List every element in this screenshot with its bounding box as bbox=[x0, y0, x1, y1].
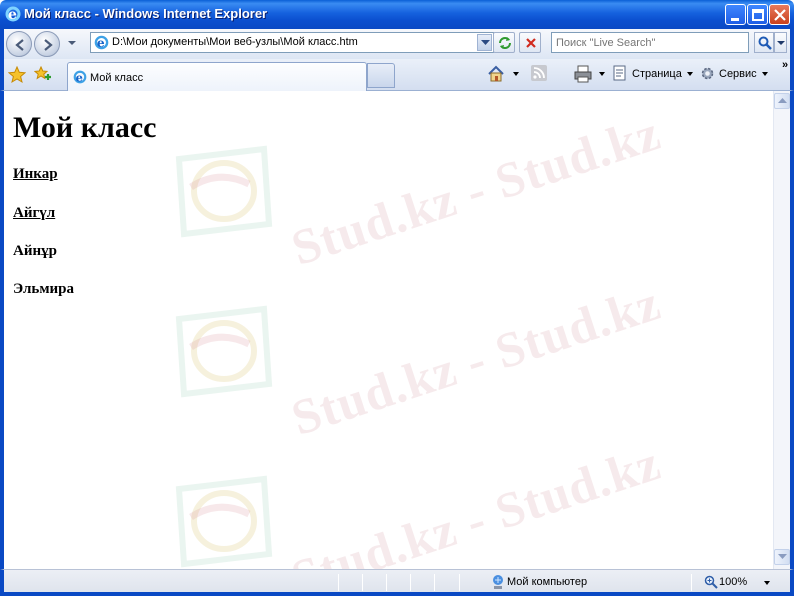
student-link[interactable]: Инкар bbox=[13, 166, 58, 183]
zoom-level[interactable]: 100% bbox=[719, 576, 747, 588]
status-divider bbox=[434, 574, 435, 591]
search-options-dropdown[interactable] bbox=[774, 32, 787, 53]
page-heading: Мой класс bbox=[13, 111, 157, 144]
scroll-down-button[interactable] bbox=[774, 549, 790, 565]
minimize-button[interactable] bbox=[725, 4, 746, 25]
stop-button[interactable] bbox=[519, 32, 541, 53]
ie-logo-icon: e bbox=[5, 6, 21, 23]
svg-text:e: e bbox=[8, 7, 17, 22]
forward-button[interactable] bbox=[34, 31, 60, 57]
watermark-text: Stud.kz - Stud.kz bbox=[284, 274, 668, 446]
address-dropdown-button[interactable] bbox=[477, 34, 492, 51]
recent-pages-dropdown[interactable] bbox=[68, 41, 76, 45]
watermark-logo bbox=[175, 475, 273, 568]
page-menu-dropdown[interactable] bbox=[687, 72, 693, 76]
security-zone-label: Мой компьютер bbox=[507, 576, 588, 588]
more-commands-chevron[interactable]: » bbox=[782, 59, 788, 71]
vertical-scrollbar[interactable] bbox=[773, 91, 790, 569]
tab-my-class[interactable]: e Мой класс bbox=[67, 62, 367, 91]
search-input[interactable] bbox=[556, 34, 746, 52]
student-link[interactable]: Айгүл bbox=[13, 205, 55, 222]
svg-text:e: e bbox=[97, 36, 105, 50]
status-divider bbox=[386, 574, 387, 591]
tab-ie-icon: e bbox=[73, 70, 87, 84]
title-bar[interactable]: e Мой класс - Windows Internet Explorer bbox=[0, 0, 794, 29]
address-url[interactable]: D:\Мои документы\Мои веб-узлы\Мой класс.… bbox=[112, 36, 358, 48]
page-menu-button[interactable]: Страница bbox=[632, 68, 682, 80]
search-button[interactable] bbox=[754, 32, 774, 53]
back-button[interactable] bbox=[6, 31, 32, 57]
magnifier-icon bbox=[758, 36, 772, 50]
maximize-button[interactable] bbox=[747, 4, 768, 25]
tab-command-bar: e Мой класс Страница Сервис » bbox=[0, 59, 794, 91]
computer-zone-icon bbox=[491, 574, 506, 593]
page-ie-icon: e bbox=[94, 35, 109, 53]
window-title: Мой класс - Windows Internet Explorer bbox=[24, 6, 268, 21]
close-window-button[interactable] bbox=[769, 4, 790, 25]
home-icon[interactable] bbox=[487, 65, 507, 83]
zoom-dropdown[interactable] bbox=[764, 581, 770, 585]
status-divider bbox=[362, 574, 363, 591]
watermark-text: Stud.kz - Stud.kz bbox=[284, 104, 668, 276]
home-dropdown[interactable] bbox=[513, 72, 519, 76]
page-viewport: Stud.kz - Stud.kz Stud.kz - Stud.kz Stud… bbox=[0, 91, 794, 569]
page-menu-icon[interactable] bbox=[612, 65, 630, 83]
watermark-text: Stud.kz - Stud.kz bbox=[284, 434, 668, 569]
status-divider bbox=[410, 574, 411, 591]
print-dropdown[interactable] bbox=[599, 72, 605, 76]
svg-text:e: e bbox=[76, 70, 83, 84]
add-favorites-icon[interactable] bbox=[33, 65, 52, 87]
tools-menu-button[interactable]: Сервис bbox=[719, 68, 757, 80]
status-bar: Мой компьютер 100% bbox=[0, 569, 794, 596]
status-divider bbox=[459, 574, 460, 591]
student-name: Эльмира bbox=[13, 281, 75, 297]
student-name: Айнұр bbox=[13, 243, 57, 259]
tab-label: Мой класс bbox=[90, 72, 144, 84]
new-tab-button[interactable] bbox=[367, 63, 395, 88]
search-box[interactable] bbox=[551, 32, 749, 53]
print-icon[interactable] bbox=[574, 65, 594, 83]
watermark-logo bbox=[175, 145, 273, 238]
status-divider bbox=[691, 574, 692, 591]
watermark-logo bbox=[175, 305, 273, 398]
gear-icon[interactable] bbox=[699, 65, 717, 83]
zoom-icon[interactable] bbox=[704, 575, 718, 592]
address-bar[interactable]: e D:\Мои документы\Мои веб-узлы\Мой клас… bbox=[90, 32, 494, 53]
favorites-star-icon[interactable] bbox=[7, 65, 27, 87]
refresh-button[interactable] bbox=[493, 32, 515, 53]
rss-feeds-icon[interactable] bbox=[531, 65, 549, 83]
scroll-up-button[interactable] bbox=[774, 93, 790, 109]
tools-dropdown[interactable] bbox=[762, 72, 768, 76]
address-toolbar: e D:\Мои документы\Мои веб-узлы\Мой клас… bbox=[0, 29, 794, 59]
status-divider bbox=[338, 574, 339, 591]
